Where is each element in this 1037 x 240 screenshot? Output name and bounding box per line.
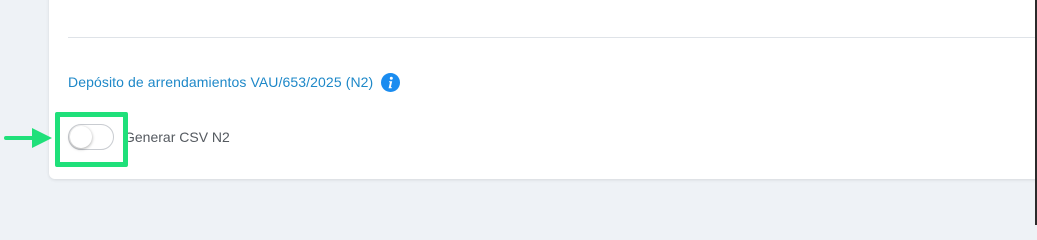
section-divider [68,37,1037,38]
form-card: Depósito de arrendamientos VAU/653/2025 … [49,0,1037,179]
toggle-knob [70,126,92,148]
section-header: Depósito de arrendamientos VAU/653/2025 … [68,72,401,92]
arrow-right-icon [4,128,52,148]
section-title: Depósito de arrendamientos VAU/653/2025 … [68,74,374,90]
csv-toggle-row: Generar CSV N2 [68,122,230,152]
info-icon[interactable] [381,72,401,92]
generate-csv-label: Generar CSV N2 [124,129,230,145]
generate-csv-toggle[interactable] [68,124,114,150]
